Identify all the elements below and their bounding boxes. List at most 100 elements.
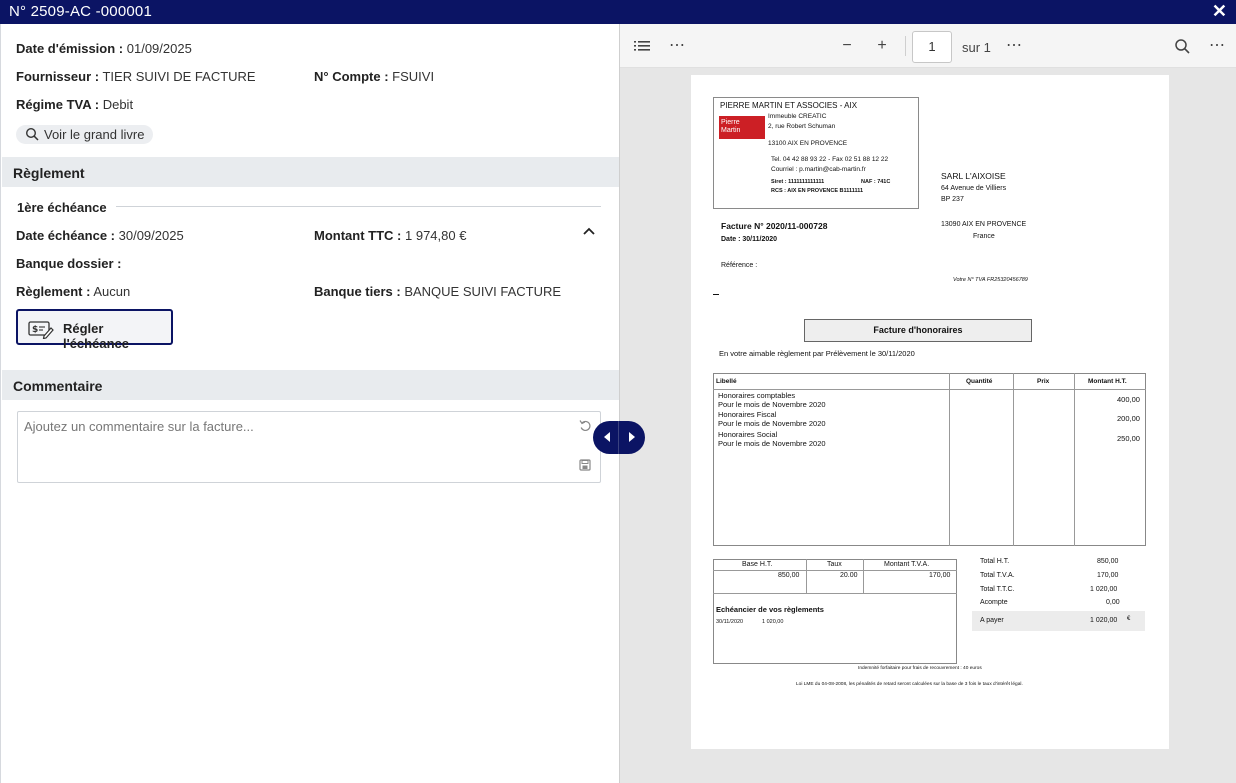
footer-indemnity: Indemnité forfaitaire pour frais de reco… bbox=[858, 666, 982, 671]
due-date-field: Date échéance : 30/09/2025 bbox=[16, 228, 184, 243]
table-header-divider bbox=[713, 389, 1146, 390]
sender-siret: Siret : 1111111111111 bbox=[771, 179, 825, 185]
line-amount: 200,00 bbox=[1117, 414, 1140, 423]
svg-text:$: $ bbox=[32, 325, 38, 335]
client-vat-number: Votre N° TVA FR25320456789 bbox=[953, 277, 1028, 283]
client-name: SARL L'AIXOISE bbox=[941, 171, 1006, 181]
undo-icon[interactable] bbox=[579, 419, 592, 432]
bank-folder-field: Banque dossier : bbox=[16, 256, 121, 271]
sender-addr-1: Immeuble CREATIC bbox=[768, 113, 827, 120]
search-icon[interactable] bbox=[1171, 36, 1193, 56]
payment-mode-field: Règlement : Aucun bbox=[16, 284, 130, 299]
amount-ttc-field: Montant TTC : 1 974,80 € bbox=[314, 228, 466, 243]
line-label: Honoraires Social bbox=[718, 430, 778, 439]
invoice-details-panel: Date d'émission : 01/09/2025 Fournisseur… bbox=[0, 24, 619, 783]
viewer-menu-icon[interactable]: ⋯ bbox=[1206, 36, 1228, 56]
reglement-section-header: Règlement bbox=[2, 157, 619, 187]
sender-naf: NAF : 741C bbox=[861, 179, 891, 185]
arrow-left-icon[interactable] bbox=[604, 432, 610, 442]
vat-regime-field: Régime TVA : Debit bbox=[16, 97, 133, 112]
sender-addr-2: 2, rue Robert Schuman bbox=[768, 123, 836, 130]
total-ttc-label: Total T.T.C. bbox=[980, 586, 1015, 593]
schedule-amount: 1 020,00 bbox=[762, 619, 784, 625]
splitter-divider bbox=[618, 421, 619, 454]
close-icon[interactable]: ✕ bbox=[1212, 1, 1227, 22]
comment-box bbox=[17, 411, 601, 483]
zoom-in-icon[interactable]: + bbox=[871, 36, 893, 56]
check-payment-icon: $ bbox=[28, 321, 54, 339]
col-divider bbox=[1013, 373, 1014, 546]
logo-line-1: Pierre bbox=[721, 119, 740, 126]
sender-addr-3: 13100 AIX EN PROVENCE bbox=[768, 140, 848, 147]
client-addr-1: 64 Avenue de Villiers bbox=[941, 185, 1007, 192]
client-addr-2: BP 237 bbox=[941, 196, 964, 203]
invoice-number: Facture N° 2020/11-000728 bbox=[721, 221, 828, 231]
more-options-icon[interactable]: ⋯ bbox=[666, 36, 688, 56]
schedule-date: 30/11/2020 bbox=[716, 619, 744, 625]
client-city: 13090 AIX EN PROVENCE bbox=[941, 221, 1027, 228]
amount-ttc-value: 1 974,80 € bbox=[405, 228, 467, 243]
to-pay-value: 1 020,00 bbox=[1090, 617, 1118, 624]
to-pay-label: A payer bbox=[980, 617, 1004, 624]
col-price-header: Prix bbox=[1037, 378, 1050, 385]
col-label-header: Libellé bbox=[716, 378, 737, 385]
sender-tel: Tel. 04 42 88 93 22 - Fax 02 51 88 12 22 bbox=[771, 156, 889, 163]
invoice-date: Date : 30/11/2020 bbox=[721, 236, 778, 243]
toolbar-divider bbox=[905, 36, 906, 56]
mark bbox=[713, 294, 719, 295]
account-value: FSUIVI bbox=[392, 69, 435, 84]
to-pay-currency: € bbox=[1127, 616, 1131, 622]
supplier-label: Fournisseur : bbox=[16, 69, 100, 84]
first-installment-heading: 1ère échéance bbox=[17, 200, 107, 215]
deposit-label: Acompte bbox=[980, 599, 1008, 606]
total-ht-value: 850,00 bbox=[1097, 558, 1119, 565]
total-tva-value: 170,00 bbox=[1097, 572, 1119, 579]
comment-input[interactable] bbox=[18, 412, 573, 482]
tax-base-header: Base H.T. bbox=[742, 561, 773, 568]
vat-regime-label: Régime TVA : bbox=[16, 97, 100, 112]
document-title: Facture d'honoraires bbox=[804, 319, 1032, 342]
emission-date-field: Date d'émission : 01/09/2025 bbox=[16, 41, 192, 56]
due-date-label: Date échéance : bbox=[16, 228, 115, 243]
sender-mail: Courriel : p.martin@cab-martin.fr bbox=[771, 166, 866, 173]
third-bank-value: BANQUE SUIVI FACTURE bbox=[404, 284, 562, 299]
schedule-title: Echéancier de vos règlements bbox=[716, 605, 824, 614]
logo-line-2: Martin bbox=[721, 127, 741, 134]
zoom-out-icon[interactable]: − bbox=[836, 36, 858, 56]
supplier-field: Fournisseur : TIER SUIVI DE FACTURE bbox=[16, 69, 256, 84]
pay-installment-label: Régler l'échéance bbox=[63, 321, 129, 351]
tax-col-divider bbox=[806, 559, 807, 593]
total-tva-label: Total T.V.A. bbox=[980, 572, 1015, 579]
ledger-button-label: Voir le grand livre bbox=[44, 127, 145, 142]
tax-rate-header: Taux bbox=[827, 561, 842, 568]
tax-col-divider bbox=[863, 559, 864, 593]
arrow-right-icon[interactable] bbox=[629, 432, 635, 442]
tax-amount-value: 170,00 bbox=[929, 572, 951, 579]
total-ht-label: Total H.T. bbox=[980, 558, 1010, 565]
line-detail: Pour le mois de Novembre 2020 bbox=[718, 419, 826, 428]
col-divider bbox=[949, 373, 950, 546]
tax-amount-header: Montant T.V.A. bbox=[884, 561, 930, 568]
due-date-value: 30/09/2025 bbox=[118, 228, 184, 243]
deposit-value: 0,00 bbox=[1106, 599, 1120, 606]
page-number-input[interactable]: 1 bbox=[912, 31, 952, 63]
tax-body-divider bbox=[713, 593, 957, 594]
save-icon[interactable] bbox=[579, 459, 591, 471]
reference-label: Référence : bbox=[721, 262, 758, 269]
outline-list-icon[interactable] bbox=[632, 36, 654, 56]
line-detail: Pour le mois de Novembre 2020 bbox=[718, 439, 826, 448]
third-bank-label: Banque tiers : bbox=[314, 284, 401, 299]
page-count-label: sur 1 bbox=[962, 40, 991, 55]
footer-lme: Loi LME du 04-08-2008, les pénalités de … bbox=[796, 682, 1023, 687]
account-label: N° Compte : bbox=[314, 69, 389, 84]
pay-installment-button[interactable]: $ Régler l'échéance bbox=[16, 309, 173, 351]
line-label: Honoraires Fiscal bbox=[718, 410, 777, 419]
line-amount: 400,00 bbox=[1117, 395, 1140, 404]
ledger-button[interactable]: Voir le grand livre bbox=[16, 125, 154, 144]
search-icon bbox=[25, 127, 39, 141]
more-page-options-icon[interactable]: ⋯ bbox=[1003, 36, 1025, 56]
vat-regime-value: Debit bbox=[102, 97, 134, 112]
panel-splitter-handle[interactable] bbox=[593, 421, 645, 454]
chevron-up-icon[interactable] bbox=[581, 224, 597, 238]
account-field: N° Compte : FSUIVI bbox=[314, 69, 434, 84]
